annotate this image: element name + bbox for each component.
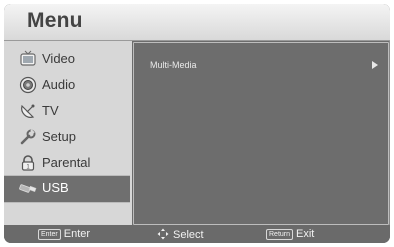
osd-menu-window: Menu Video Audio TV Setup 1 Parental USB… <box>4 4 390 243</box>
menu-item-label: Setup <box>42 129 76 144</box>
menu-item-parental[interactable]: 1 Parental <box>4 151 130 177</box>
enter-hint-label: Enter <box>63 228 91 240</box>
menu-item-label: Video <box>42 51 76 66</box>
speaker-icon <box>19 76 37 94</box>
directional-pad-icon <box>157 228 169 240</box>
submenu-item-multimedia[interactable]: Multi-Media <box>134 43 388 83</box>
enter-hint: Enter Enter <box>38 228 90 240</box>
footer-hints: Enter Enter Select Return Exit <box>4 225 390 243</box>
wrench-icon <box>20 129 36 145</box>
menu-item-video[interactable]: Video <box>4 47 130 73</box>
submenu-panel-area: Multi-Media <box>132 41 390 225</box>
enter-key-badge: Enter <box>38 229 61 240</box>
submenu-panel: Multi-Media <box>133 42 389 225</box>
menu-item-label: Parental <box>42 155 91 170</box>
select-hint-label: Select <box>173 229 204 241</box>
menu-sidebar: Video Audio TV Setup 1 Parental USB <box>4 41 132 225</box>
return-key-badge: Return <box>266 229 294 240</box>
lock-icon: 1 <box>21 155 35 171</box>
satellite-dish-icon <box>21 104 35 118</box>
menu-item-usb[interactable]: USB <box>4 175 130 203</box>
tv-screen-icon <box>20 50 36 66</box>
submenu-item-label: Multi-Media <box>150 60 197 70</box>
menu-item-label: Audio <box>42 77 76 92</box>
usb-drive-icon <box>19 184 37 193</box>
menu-header: Menu <box>4 4 390 41</box>
menu-item-label: USB <box>42 180 69 195</box>
exit-hint: Return Exit <box>266 228 314 240</box>
menu-item-tv[interactable]: TV <box>4 99 130 125</box>
chevron-right-icon <box>372 61 378 69</box>
exit-hint-label: Exit <box>296 228 315 240</box>
menu-title: Menu <box>27 9 83 32</box>
select-hint: Select <box>157 228 204 241</box>
menu-item-setup[interactable]: Setup <box>4 125 130 151</box>
menu-item-label: TV <box>42 103 59 118</box>
menu-item-audio[interactable]: Audio <box>4 73 130 99</box>
